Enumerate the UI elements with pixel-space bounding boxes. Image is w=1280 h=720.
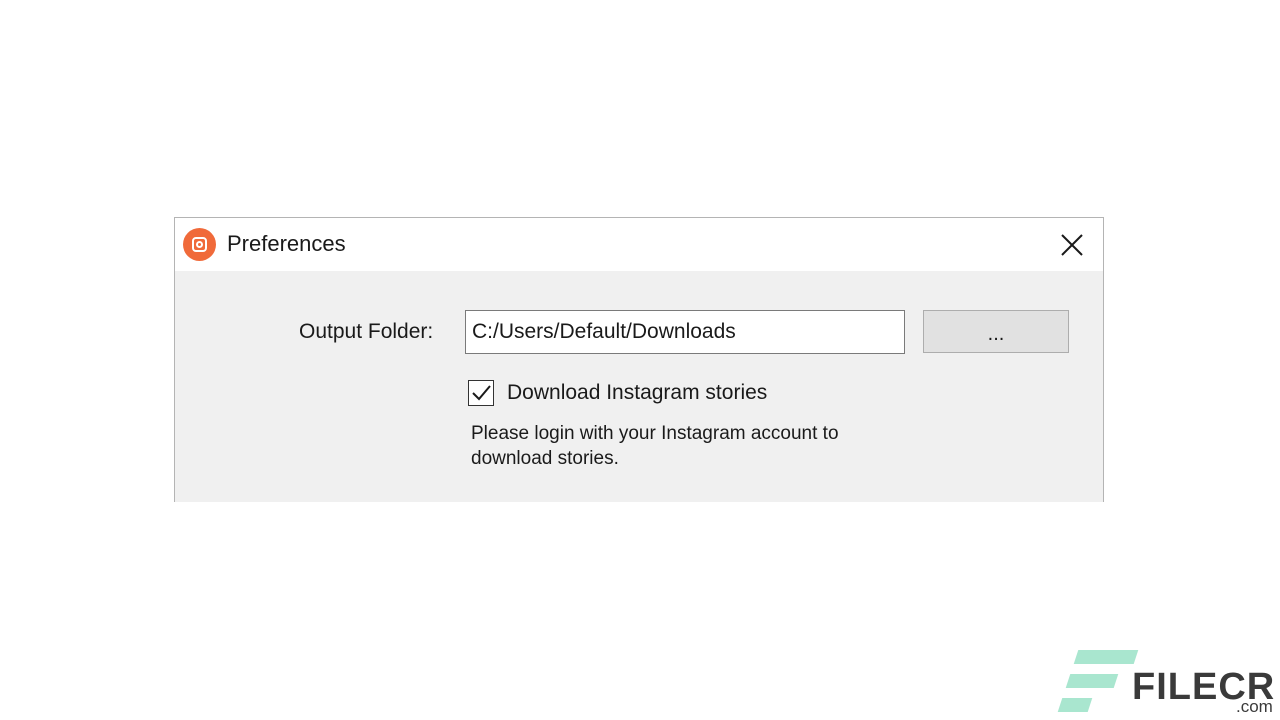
watermark-logo-bar-top [1073,650,1139,664]
preferences-dialog: Preferences Output Folder: ... Download … [174,217,1104,502]
download-stories-checkbox[interactable] [468,380,494,406]
browse-button[interactable]: ... [923,310,1069,353]
title-bar: Preferences [175,218,1103,271]
screen: Preferences Output Folder: ... Download … [0,0,1280,720]
watermark-logo-bar-middle [1065,674,1119,688]
output-folder-input[interactable] [465,310,905,354]
watermark-logo-bar-bottom [1057,698,1093,712]
checkmark-icon [472,385,491,401]
login-note: Please login with your Instagram account… [471,423,839,469]
close-button[interactable] [1057,230,1087,260]
instagram-camera-icon [183,228,216,261]
output-folder-label: Output Folder: [299,320,434,343]
close-icon [1061,234,1083,256]
filecr-watermark: FILECR .com [1054,650,1280,720]
watermark-suffix: .com [1236,697,1273,716]
download-stories-label[interactable]: Download Instagram stories [507,381,767,405]
dialog-title: Preferences [227,231,346,256]
